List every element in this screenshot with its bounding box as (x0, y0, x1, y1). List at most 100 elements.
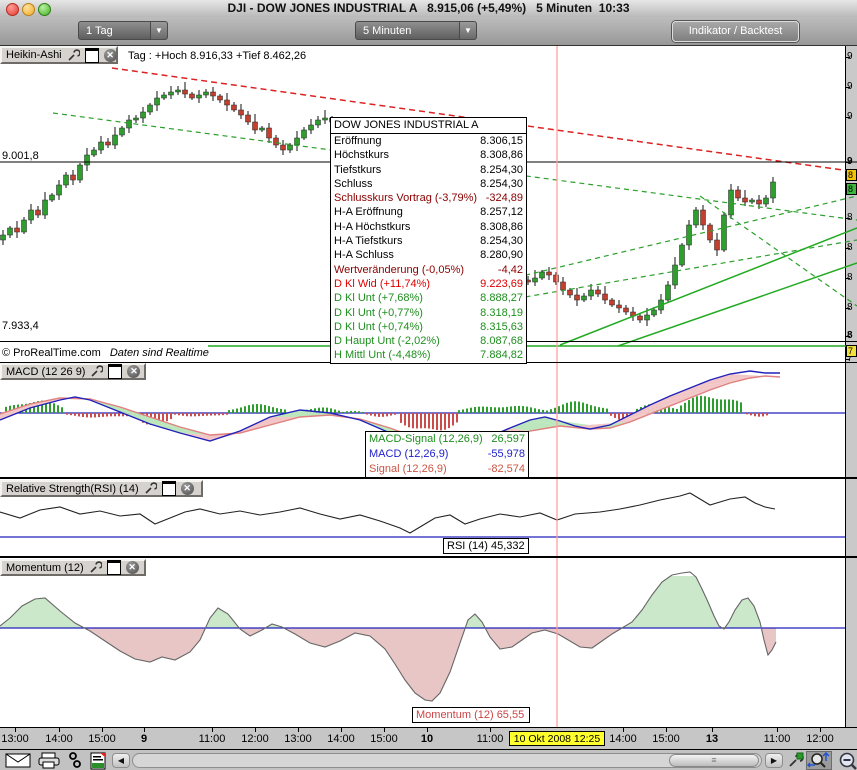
price-tick-label: 8 (847, 212, 853, 223)
time-tick (384, 728, 385, 732)
close-icon[interactable]: ✕ (181, 482, 194, 495)
time-tick-label: 15:00 (88, 733, 116, 745)
price-tick-label: 9 (847, 111, 853, 122)
wrench-icon[interactable] (90, 365, 103, 378)
tooltip-row: Tiefstkurs8.254,30 (331, 163, 526, 177)
time-tick-label: 11:00 (199, 733, 226, 745)
zoom-select-tool[interactable] (806, 751, 832, 770)
momentum-tooltip: Momentum (12) 65,55 (412, 707, 530, 723)
chevron-down-icon[interactable]: ▼ (459, 22, 476, 39)
time-tick-label: 14:00 (45, 733, 73, 745)
time-tick-label: 9 (141, 733, 147, 745)
price-tick-label: 8 (847, 330, 853, 341)
time-tick (255, 728, 256, 732)
window-title: DJI - DOW JONES INDUSTRIAL A 8.915,06 (+… (0, 1, 857, 15)
print-icon[interactable] (37, 752, 61, 769)
time-tick (212, 728, 213, 732)
window-icon[interactable] (108, 364, 122, 379)
separator-rsi (0, 556, 857, 558)
wrench-icon[interactable] (67, 49, 80, 62)
macd-indicator-box: MACD (12 26 9) ✕ (0, 363, 146, 380)
time-tick-label: 11:00 (764, 733, 791, 745)
day-range-label: Tag : +Hoch 8.916,33 +Tief 8.462,26 (128, 50, 306, 62)
close-icon[interactable]: ✕ (104, 49, 117, 62)
price-tick-label: 9 (847, 81, 853, 92)
chevron-down-icon[interactable]: ▼ (150, 22, 167, 39)
rsi-tooltip: RSI (14) 45,332 (443, 538, 529, 554)
price-level-lower-label: 7.933,4 (2, 320, 39, 332)
time-tick (820, 728, 821, 732)
time-tick (298, 728, 299, 732)
tooltip-row: Schlusskurs Vortrag (-3,79%)-324,89 (331, 191, 526, 205)
macd-tooltip-row: MACD (12,26,9)-55,978 (366, 447, 528, 462)
tooltip-row: H-A Eröffnung8.257,12 (331, 205, 526, 219)
close-icon[interactable]: ✕ (127, 365, 140, 378)
scrollbar-thumb[interactable]: ≡ (669, 754, 759, 767)
main-indicator-label: Heikin-Ashi (6, 49, 62, 61)
time-tick (777, 728, 778, 732)
time-tick-label: 13:00 (1, 733, 29, 745)
time-tick-label: 10 (421, 733, 433, 745)
rsi-indicator-box: Relative Strength(RSI) (14) ✕ (0, 480, 203, 497)
horizontal-scrollbar[interactable]: ≡ (132, 753, 762, 768)
time-tick-label: 12:00 (241, 733, 269, 745)
wrench-icon[interactable] (144, 482, 157, 495)
toolbar: 1 Tag ▼ 5 Minuten ▼ Indikator / Backtest (0, 17, 857, 46)
zoom-out-icon[interactable] (839, 752, 857, 770)
indikator-backtest-button[interactable]: Indikator / Backtest (672, 21, 799, 42)
time-tick (144, 728, 145, 732)
main-indicator-box: Heikin-Ashi ✕ (0, 46, 118, 64)
price-marker-badge: 8 (846, 169, 857, 181)
price-tick-label: 9 (847, 51, 853, 62)
mail-icon[interactable] (5, 752, 31, 769)
time-tick-label: 13:00 (284, 733, 312, 745)
momentum-indicator-box: Momentum (12) ✕ (0, 559, 146, 576)
window-icon[interactable] (85, 48, 99, 63)
tooltip-row: Wertveränderung (-0,05%)-4,42 (331, 263, 526, 277)
macd-tooltip: MACD-Signal (12,26,9)26,597MACD (12,26,9… (365, 431, 529, 478)
window-icon[interactable] (107, 560, 121, 575)
tooltip-row: Schluss8.254,30 (331, 177, 526, 191)
price-tick-label: 8 (847, 272, 853, 283)
scroll-left-button[interactable]: ◀ (112, 753, 130, 768)
time-tick-label: 14:00 (327, 733, 355, 745)
window-icon[interactable] (162, 481, 176, 496)
macd-tooltip-row: MACD-Signal (12,26,9)26,597 (366, 432, 528, 447)
close-icon[interactable]: ✕ (126, 561, 139, 574)
time-tick (427, 728, 428, 732)
time-tick-label: 15:00 (652, 733, 680, 745)
momentum-label: Momentum (12) (6, 562, 84, 574)
price-marker-badge: 8 (846, 183, 857, 195)
time-tick (102, 728, 103, 732)
tooltip-row: D Haupt Unt (-2,02%)8.087,68 (331, 334, 526, 348)
title-bar: DJI - DOW JONES INDUSTRIAL A 8.915,06 (+… (0, 0, 857, 18)
time-tick-label: 15:00 (370, 733, 398, 745)
tooltip-row: H-A Schluss8.280,90 (331, 248, 526, 262)
price-tick-label: 8 (847, 242, 853, 253)
scroll-right-button[interactable]: ▶ (765, 753, 783, 768)
time-tick-label: 14:00 (609, 733, 637, 745)
time-tick (666, 728, 667, 732)
timeframe-dropdown[interactable]: 1 Tag ▼ (78, 21, 168, 40)
chart-settings-wrench-icon[interactable] (787, 752, 804, 769)
realtime-note: Daten sind Realtime (110, 347, 209, 359)
time-tick (490, 728, 491, 732)
wrench-icon[interactable] (89, 561, 102, 574)
price-marker-badge: 7 (846, 345, 857, 357)
time-axis: 10 Okt 2008 12:25 13:0014:0015:00911:001… (0, 727, 857, 749)
tooltip-title: DOW JONES INDUSTRIAL A (331, 118, 526, 134)
link-icon[interactable] (68, 752, 82, 769)
app-window: DJI - DOW JONES INDUSTRIAL A 8.915,06 (+… (0, 0, 857, 770)
tooltip-row: H Mittl Unt (-4,48%)7.884,82 (331, 348, 526, 362)
tooltip-row: D Kl Unt (+7,68%)8.888,27 (331, 291, 526, 305)
copyright-text: © ProRealTime.com (2, 347, 101, 359)
report-icon[interactable] (90, 752, 106, 770)
price-axis-strip (845, 45, 857, 727)
price-level-upper-label: 9.001,8 (2, 150, 39, 162)
tooltip-row: H-A Höchstkurs8.308,86 (331, 220, 526, 234)
rsi-label: Relative Strength(RSI) (14) (6, 483, 139, 495)
interval-dropdown[interactable]: 5 Minuten ▼ (355, 21, 477, 40)
copyright-label: © ProRealTime.com Daten sind Realtime (2, 347, 209, 359)
tooltip-row: D Kl Wid (+11,74%)9.223,69 (331, 277, 526, 291)
time-tick-label: 13 (706, 733, 718, 745)
